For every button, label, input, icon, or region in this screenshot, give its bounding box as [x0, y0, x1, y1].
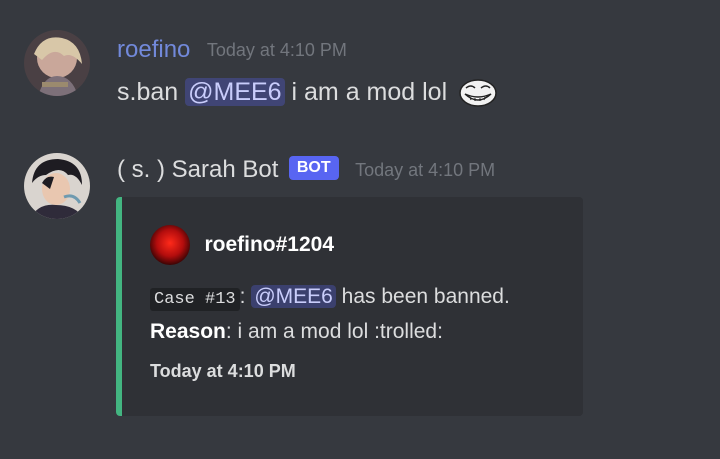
username[interactable]: roefino — [117, 36, 190, 63]
embed: roefino#1204 Case #13: @MEE6 has been ba… — [116, 197, 583, 416]
embed-footer: Today at 4:10 PM — [150, 361, 296, 381]
message-content: s.ban @MEE6 i am a mod lol — [117, 78, 498, 108]
message-text: s.ban — [117, 78, 186, 106]
embed-author: roefino#1204 — [150, 225, 334, 265]
mention[interactable]: @MEE6 — [251, 285, 336, 308]
banned-text: has been banned. — [335, 285, 510, 308]
message-text: i am a mod lol — [284, 78, 448, 106]
trollface-emoji-icon[interactable] — [458, 78, 498, 108]
reason-line: Reason: i am a mod lol :trolled: — [150, 316, 510, 348]
message-header: roefino Today at 4:10 PM — [117, 36, 347, 64]
case-code: Case #13 — [150, 288, 240, 311]
bot-avatar[interactable] — [24, 153, 90, 219]
message-header: ( s. ) Sarah Bot BOT Today at 4:10 PM — [117, 156, 495, 184]
bot-tag: BOT — [288, 156, 339, 180]
chat-area: roefino Today at 4:10 PM s.ban @MEE6 i a… — [0, 0, 720, 459]
timestamp: Today at 4:10 PM — [206, 39, 347, 60]
timestamp: Today at 4:10 PM — [355, 159, 496, 180]
embed-author-name[interactable]: roefino#1204 — [204, 233, 334, 256]
case-line: Case #13: @MEE6 has been banned. — [150, 281, 510, 316]
case-separator: : — [239, 285, 246, 308]
username[interactable]: ( s. ) Sarah Bot — [117, 156, 278, 183]
user-avatar[interactable] — [24, 30, 90, 96]
embed-description: Case #13: @MEE6 has been banned. Reason:… — [150, 281, 510, 348]
red-avatar-icon — [150, 225, 190, 265]
reason-label: Reason — [150, 320, 226, 343]
reason-text: : i am a mod lol :trolled: — [225, 320, 443, 343]
mention[interactable]: @MEE6 — [185, 78, 285, 106]
